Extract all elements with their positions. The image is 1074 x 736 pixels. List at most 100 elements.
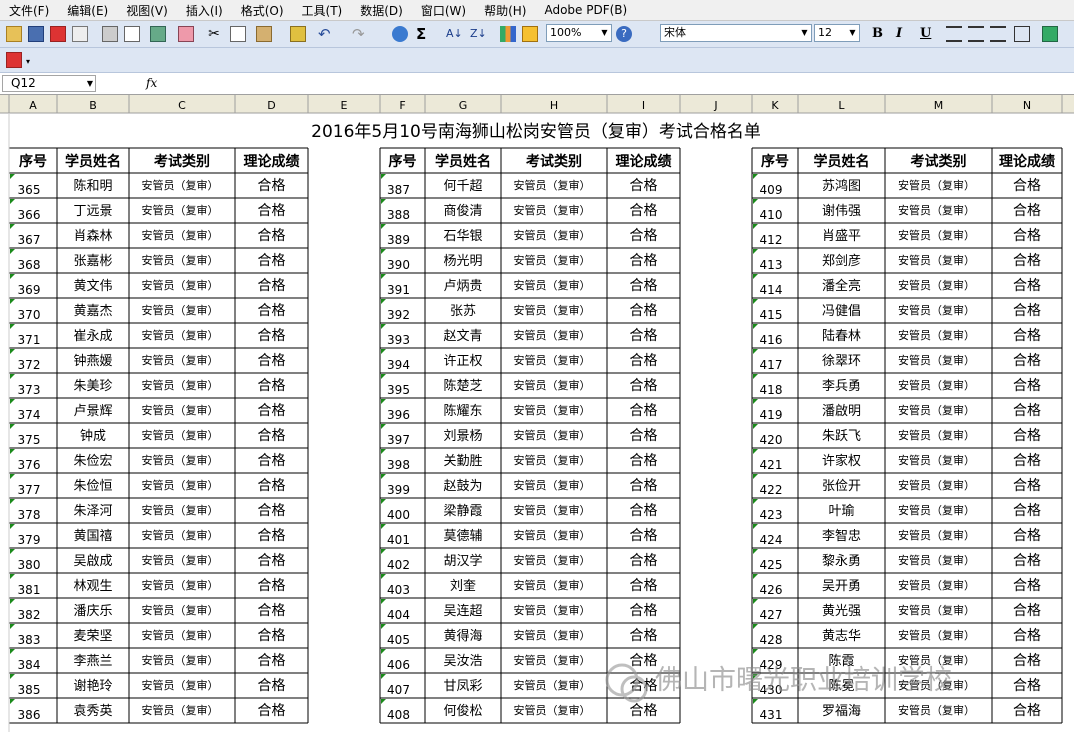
exam-type: 安管员（复审） [898,328,975,342]
exam-type: 安管员（复审） [898,203,975,217]
pdf-icon[interactable] [50,26,66,42]
menu-item[interactable]: 数据(D) [351,2,412,19]
cell-error-indicator [753,424,758,429]
bold-button[interactable]: B [872,26,883,41]
cell-error-indicator [753,199,758,204]
exam-type: 安管员（复审） [142,403,219,417]
exam-type: 安管员（复审） [142,603,219,617]
font-size-select[interactable]: 12 ▼ [814,24,860,42]
student-name: 关勤胜 [443,454,482,469]
currency-icon[interactable] [1042,26,1058,42]
exam-type: 安管员（复审） [142,528,219,542]
font-name-select[interactable]: 宋体 ▼ [660,24,812,42]
column-header[interactable]: C [178,99,186,112]
hyperlink-icon[interactable] [392,26,408,42]
italic-button[interactable]: I [896,26,902,41]
column-header[interactable]: M [934,99,944,112]
exam-type: 安管员（复审） [898,703,975,717]
exam-type: 安管员（复审） [142,478,219,492]
toolbar-options-icon[interactable]: ▾ [26,58,34,66]
align-center-icon[interactable] [968,26,984,42]
table-header: 学员姓名 [814,153,870,170]
cell-error-indicator [753,699,758,704]
menu-item[interactable]: 视图(V) [117,2,177,19]
student-name: 吴连超 [443,603,482,619]
worksheet-grid[interactable]: A B C D E F G H I J K L M N 2016年5月10号南海狮山松岗安管员（复审）考试… [0,95,1074,732]
menu-item[interactable]: 插入(I) [177,2,232,19]
paste-icon[interactable] [256,26,272,42]
menu-item[interactable]: 工具(T) [293,2,352,19]
column-header[interactable]: K [771,99,779,112]
row-number: 396 [387,408,410,422]
align-right-icon[interactable] [990,26,1006,42]
student-name: 朱跃飞 [822,429,861,444]
student-name: 黎永勇 [822,554,861,569]
sort-descending-icon[interactable]: Z↓ [470,26,487,42]
column-header[interactable]: J [713,99,717,112]
merge-center-icon[interactable] [1014,26,1030,42]
column-header[interactable]: B [89,99,97,112]
menu-item[interactable]: 编辑(E) [58,2,117,19]
row-number: 402 [387,558,410,572]
drawing-icon[interactable] [522,26,538,42]
student-name: 黄国禧 [73,529,112,544]
column-header[interactable]: N [1023,99,1031,112]
row-number: 390 [387,258,410,272]
exam-type: 安管员（复审） [142,428,219,442]
name-box[interactable]: Q12 ▼ [2,75,96,92]
row-number: 407 [387,683,410,697]
cell-error-indicator [381,549,386,554]
zoom-select[interactable]: 100% ▼ [546,24,612,42]
row-number: 376 [18,458,41,472]
row-number: 371 [18,333,41,347]
exam-type: 安管员（复审） [514,328,591,342]
menu-item[interactable]: 文件(F) [0,2,58,19]
result-cell: 合格 [258,278,286,294]
open-icon[interactable] [6,26,22,42]
print-preview-icon[interactable] [124,26,140,42]
menu-item[interactable]: Adobe PDF(B) [535,3,636,17]
column-header[interactable]: D [267,99,275,112]
align-left-icon[interactable] [946,26,962,42]
research-icon[interactable] [178,26,194,42]
print-icon[interactable] [102,26,118,42]
column-header[interactable]: E [341,99,348,112]
save-icon[interactable] [28,26,44,42]
column-header[interactable]: G [459,99,468,112]
convert-pdf-icon[interactable] [6,52,22,68]
copy-icon[interactable] [230,26,246,42]
insert-function-icon[interactable]: fx [146,76,157,90]
font-size-value: 12 [818,26,832,39]
formula-input[interactable] [164,75,1072,92]
cell-error-indicator [753,349,758,354]
format-painter-icon[interactable] [290,26,306,42]
result-cell: 合格 [1013,253,1041,269]
menu-item[interactable]: 窗口(W) [412,2,475,19]
underline-button[interactable]: U [920,26,931,41]
sort-ascending-icon[interactable]: A↓ [446,26,463,42]
cut-icon[interactable]: ✂ [206,26,222,42]
exam-type: 安管员（复审） [514,578,591,592]
column-header[interactable]: H [550,99,558,112]
menu-item[interactable]: 帮助(H) [475,2,535,19]
menu-item[interactable]: 格式(O) [232,2,293,19]
undo-icon[interactable]: ↶ [318,26,334,42]
result-cell: 合格 [1013,603,1041,619]
column-header[interactable]: I [642,99,645,112]
column-header[interactable]: F [399,99,405,112]
column-header[interactable]: L [838,99,845,112]
chart-wizard-icon[interactable] [500,26,516,42]
student-name: 潘庆乐 [73,604,112,619]
cell-error-indicator [753,524,758,529]
autosum-icon[interactable]: Σ [416,26,432,42]
redo-icon[interactable]: ↷ [352,26,368,42]
cell-error-indicator [10,524,15,529]
result-cell: 合格 [258,703,286,719]
spelling-icon[interactable] [150,26,166,42]
result-cell: 合格 [258,303,286,319]
column-header[interactable]: A [29,99,37,112]
worksheet[interactable]: A B C D E F G H I J K L M N 2016年5月10号南海狮山松岗安管员（复审）考试… [0,95,1074,732]
permission-icon[interactable] [72,26,88,42]
help-icon[interactable]: ? [616,26,632,42]
row-number: 418 [760,383,783,397]
